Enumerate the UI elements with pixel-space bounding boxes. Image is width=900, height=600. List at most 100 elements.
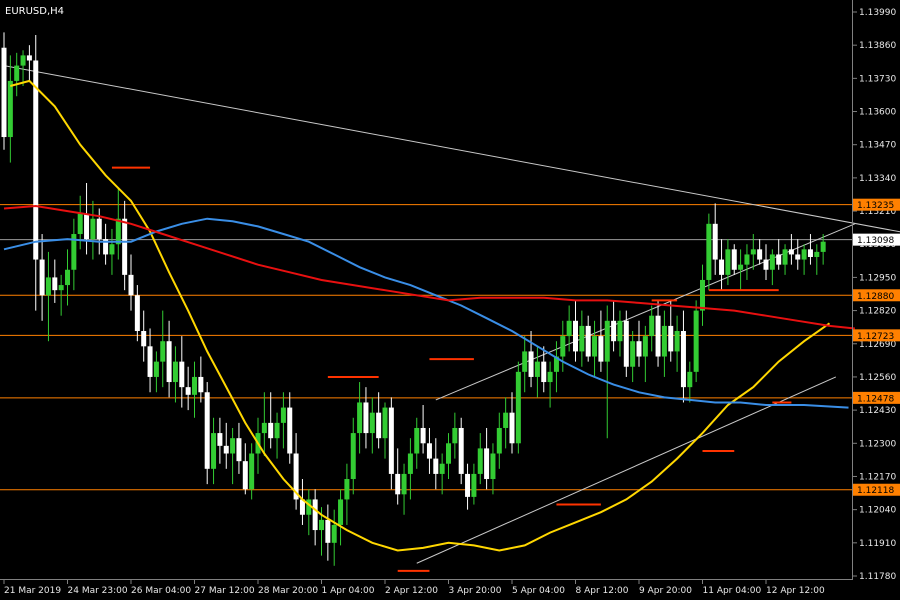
candle-body-78 [496,427,502,454]
candle-body-58 [369,412,375,434]
candle-body-61 [388,407,394,474]
time-tick-label-0: 21 Mar 2019 [4,586,61,596]
candle-body-72 [458,427,464,474]
candle-body-3 [20,55,26,66]
candle-body-96 [611,320,617,342]
candle-body-114 [725,249,731,275]
candle-body-23 [147,346,153,377]
price-tick-label-0: 1.13990 [859,8,896,18]
price-tick-label-2: 1.13730 [859,74,896,84]
chart-window[interactable]: 1.13990 1.13860 1.13730 1.13600 1.13470 1.133… [0,0,900,600]
time-tick-label-1: 24 Mar 23:00 [68,586,128,596]
candle-body-74 [471,473,477,497]
candle-body-112 [712,223,718,260]
candle-body-26 [166,341,172,383]
candle-body-13 [84,213,90,240]
price-axis-separator [852,0,853,579]
candle-body-19 [122,218,128,275]
candle-body-15 [96,218,102,240]
candle-body-60 [382,407,388,439]
price-tick-label-11: 1.12560 [859,373,896,383]
candle-body-98 [623,320,629,367]
candle-body-77 [490,453,496,480]
candle-body-120 [763,259,769,270]
candle-body-63 [401,473,407,495]
price-level-label-3: 1.12478 [857,394,894,404]
candle-body-54 [344,479,350,500]
candle-body-85 [541,361,547,383]
candle-body-69 [439,463,445,474]
candle-body-53 [338,499,344,525]
candle-body-70 [446,443,451,464]
candle-body-103 [655,315,661,357]
candle-body-105 [668,325,674,352]
time-tick-label-12: 12 Apr 12:00 [766,586,825,596]
price-tick-label-5: 1.13340 [859,174,896,184]
candle-body-33 [211,433,217,469]
time-tick-label-11: 11 Apr 04:00 [703,586,762,596]
candle-body-34 [217,433,223,446]
time-tick-label-3: 27 Mar 12:00 [195,586,255,596]
candle-body-4 [26,55,32,61]
candle-body-104 [661,325,667,357]
candle-body-18 [115,218,121,245]
price-level-label-1: 1.12880 [857,292,894,302]
candle-body-21 [134,295,140,332]
price-tick-label-9: 1.12820 [859,307,896,317]
candle-body-50 [319,519,324,531]
candle-body-99 [630,341,636,367]
candle-body-51 [325,519,331,543]
candle-body-109 [693,310,699,372]
candle-body-82 [522,351,528,372]
candle-body-9 [58,285,64,291]
candle-body-28 [179,361,185,388]
candle-body-10 [65,269,70,286]
candle-body-31 [198,376,204,393]
candle-body-57 [363,402,369,434]
price-level-label-4: 1.12118 [857,486,894,496]
candle-body-36 [230,438,236,454]
candlestick-chart[interactable]: 1.13990 1.13860 1.13730 1.13600 1.13470 1.133… [0,0,900,600]
candle-body-14 [90,218,96,240]
candle-body-0 [1,47,7,138]
candle-body-55 [350,433,356,480]
candle-body-35 [223,445,229,454]
price-level-label-0: 1.13235 [857,201,894,211]
candle-body-93 [592,336,598,357]
time-tick-label-4: 28 Mar 20:00 [258,586,318,596]
price-tick-label-3: 1.13600 [859,108,896,118]
candle-body-44 [280,407,286,423]
candle-body-30 [192,376,197,395]
candle-body-75 [477,448,483,474]
candle-body-124 [788,249,794,255]
candle-body-101 [642,336,648,357]
candle-body-25 [160,341,166,362]
candle-body-129 [820,241,826,252]
candle-body-43 [274,422,280,439]
time-tick-label-9: 8 Apr 12:00 [576,586,629,596]
time-tick-label-8: 5 Apr 04:00 [512,586,565,596]
candle-body-83 [528,351,534,377]
candle-body-17 [109,244,115,255]
current-price-label: 1.13098 [857,236,894,246]
candle-body-8 [52,277,58,291]
candle-body-100 [636,341,642,357]
candle-body-42 [268,422,274,439]
candle-body-128 [814,251,820,257]
candle-body-84 [534,361,540,377]
candle-body-2 [14,65,20,81]
candle-body-1 [7,80,13,138]
time-tick-label-2: 26 Mar 04:00 [131,586,191,596]
time-tick-label-5: 1 Apr 04:00 [322,586,375,596]
candle-body-24 [153,361,159,377]
candle-body-95 [604,320,610,362]
candle-body-32 [204,392,210,469]
candle-body-125 [795,254,801,260]
price-tick-label-15: 1.12040 [859,506,896,516]
candle-body-71 [452,427,458,444]
candle-body-65 [414,427,420,454]
candle-body-64 [407,453,413,474]
candle-body-91 [579,325,585,352]
candle-body-79 [503,412,509,428]
candle-body-27 [172,361,178,383]
